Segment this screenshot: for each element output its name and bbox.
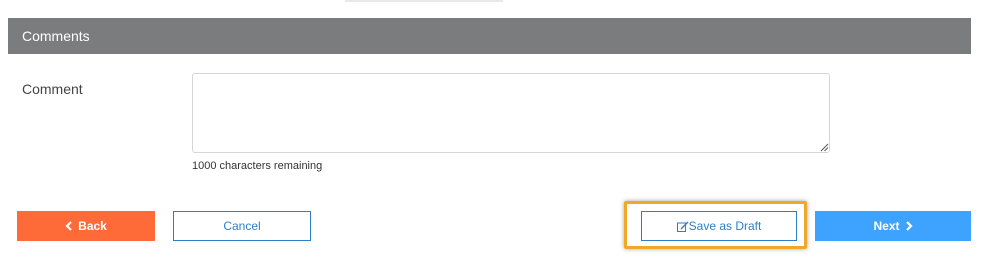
comment-textarea[interactable] bbox=[192, 73, 830, 153]
resize-grip-icon[interactable] bbox=[819, 142, 829, 152]
next-button[interactable]: Next bbox=[815, 211, 971, 241]
top-tab-remnant bbox=[345, 0, 503, 2]
cancel-button-label: Cancel bbox=[223, 219, 261, 233]
comment-label: Comment bbox=[22, 81, 83, 97]
back-button-label: Back bbox=[78, 219, 107, 233]
characters-remaining: 1000 characters remaining bbox=[192, 160, 323, 172]
back-button[interactable]: Back bbox=[17, 211, 155, 241]
section-title: Comments bbox=[22, 28, 90, 44]
cancel-button[interactable]: Cancel bbox=[173, 211, 311, 241]
next-button-label: Next bbox=[873, 219, 900, 233]
save-as-draft-button[interactable]: Save as Draft bbox=[641, 211, 797, 241]
save-as-draft-label: Save as Draft bbox=[688, 219, 762, 233]
comments-section-header: Comments bbox=[8, 18, 971, 54]
chevron-left-icon bbox=[65, 221, 73, 231]
chevron-right-icon bbox=[905, 221, 913, 231]
edit-icon bbox=[676, 221, 689, 232]
